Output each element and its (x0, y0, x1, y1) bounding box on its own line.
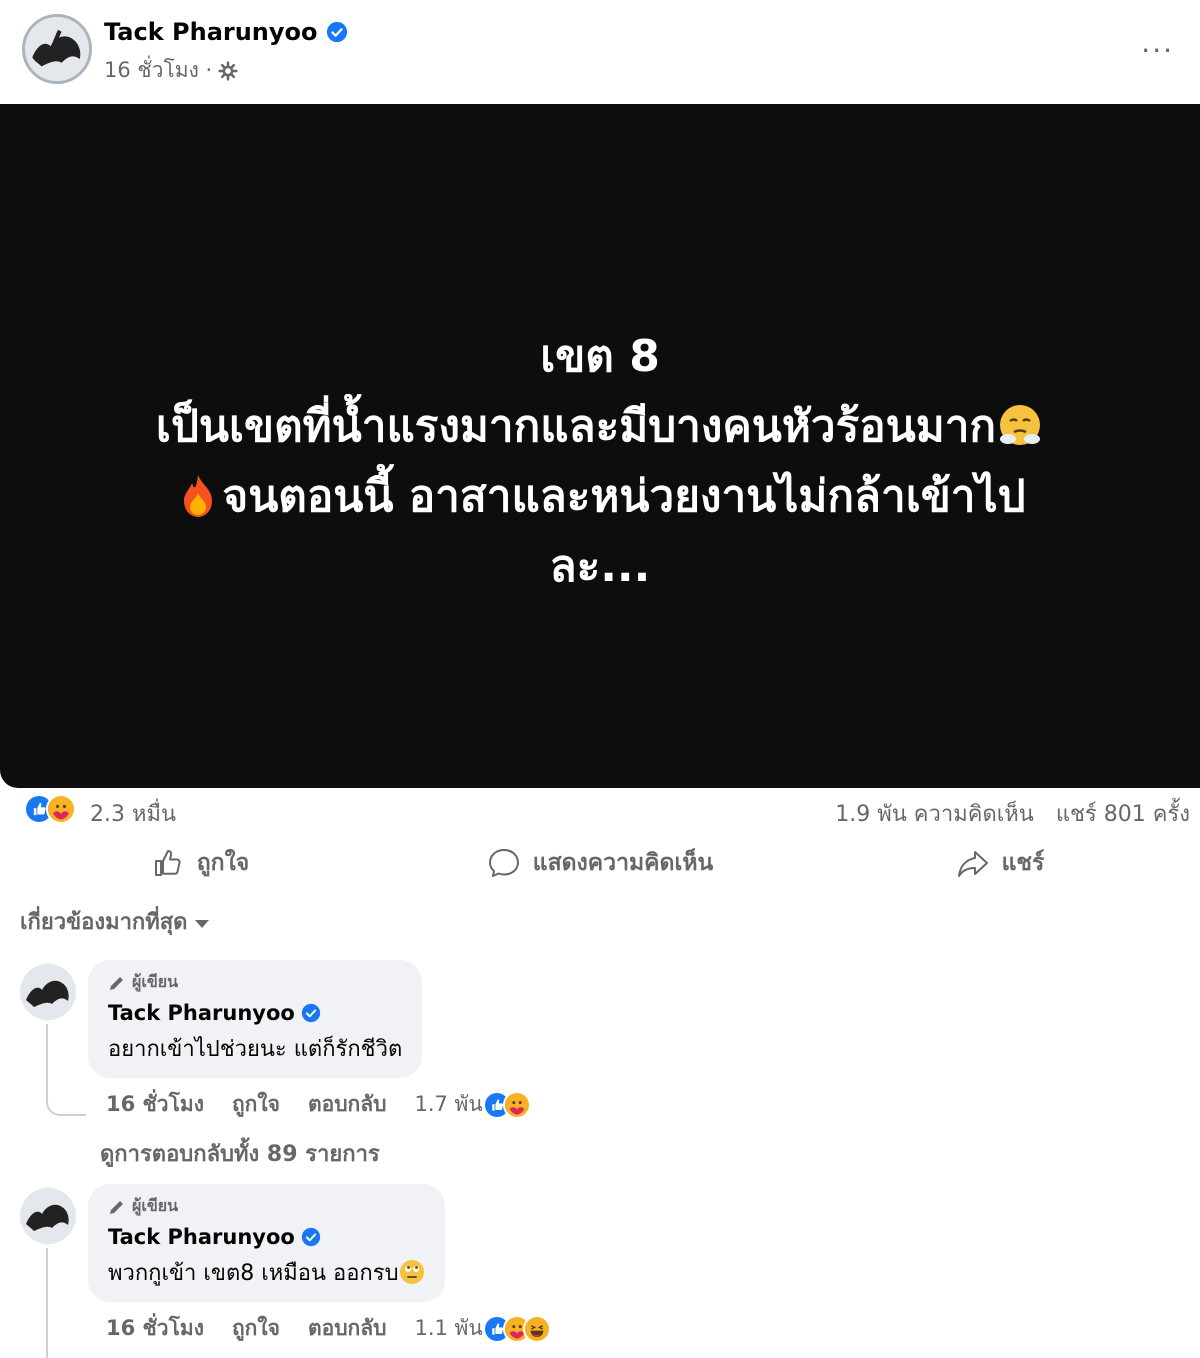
verified-badge-icon (326, 21, 347, 43)
comment-time[interactable]: 16 ชั่วโมง (106, 1088, 204, 1121)
more-options-button[interactable]: ··· (1141, 34, 1174, 67)
caret-down-icon (195, 919, 210, 928)
fire-emoji-icon (184, 475, 213, 517)
thread-connector (46, 1094, 86, 1116)
comment-author-name[interactable]: Tack Pharunyoo (108, 1225, 295, 1249)
author-tag-label: ผู้เขียน (132, 1196, 179, 1215)
privacy-gear-icon[interactable] (218, 60, 238, 81)
comment-text-body: พวกกูเข้า เขต8 เหมือน ออกรบ (108, 1261, 399, 1286)
comment-like-button[interactable]: ถูกใจ (232, 1088, 280, 1121)
thread-line (46, 1248, 48, 1358)
post-engagement: 1.9 พัน ความคิดเห็น แชร์ 801 ครั้ง (835, 796, 1190, 831)
post-line-3: จนตอนนี้ อาสาและหน่วยงานไม่กล้าเข้าไป (40, 462, 1160, 532)
steam-face-emoji-icon (1000, 405, 1041, 445)
thumbs-up-icon (154, 850, 181, 876)
pencil-icon (110, 1200, 123, 1214)
comment-meta: 16 ชั่วโมง ถูกใจ ตอบกลับ 1.1 พัน (106, 1312, 551, 1345)
comment-author[interactable]: Tack Pharunyoo (108, 1225, 425, 1249)
comment-reply-button[interactable]: ตอบกลับ (308, 1312, 387, 1345)
post-stats: 2.3 หมื่น 1.9 พัน ความคิดเห็น แชร์ 801 ค… (0, 790, 1200, 832)
reaction-count[interactable]: 2.3 หมื่น (90, 796, 176, 831)
post-text-card[interactable]: เขต 8 เป็นเขตที่น้ำแรงมากและมีบางคนหัวร้… (0, 104, 1200, 788)
reaction-icons[interactable] (24, 794, 76, 824)
comment-button[interactable]: แสดงความคิดเห็น (400, 838, 800, 888)
author-tag: ผู้เขียน (108, 1194, 425, 1219)
comment-bubble: ผู้เขียน Tack Pharunyoo พวกกูเข้า เขต8 เ… (88, 1184, 445, 1302)
action-bar: ถูกใจ แสดงความคิดเห็น แชร์ (0, 838, 1200, 888)
comment-meta: 16 ชั่วโมง ถูกใจ ตอบกลับ 1.7 พัน (106, 1088, 531, 1121)
pencil-icon (110, 976, 123, 990)
post-time[interactable]: 16 ชั่วโมง · (104, 54, 212, 87)
comment-reactions[interactable]: 1.1 พัน (414, 1312, 551, 1345)
author-name[interactable]: Tack Pharunyoo (104, 18, 348, 46)
author-tag: ผู้เขียน (108, 970, 402, 995)
sort-label: เกี่ยวข้องมากที่สุด (20, 910, 188, 935)
care-reaction-icon (502, 1090, 531, 1119)
comment-label: แสดงความคิดเห็น (532, 850, 714, 876)
comment-author-name[interactable]: Tack Pharunyoo (108, 1001, 295, 1025)
comment-avatar[interactable] (20, 1188, 76, 1244)
comment-sort-dropdown[interactable]: เกี่ยวข้องมากที่สุด (20, 904, 210, 939)
post-line-1: เขต 8 (540, 331, 660, 382)
post-text: เขต 8 เป็นเขตที่น้ำแรงมากและมีบางคนหัวร้… (40, 322, 1160, 602)
comment-text: พวกกูเข้า เขต8 เหมือน ออกรบ (108, 1255, 425, 1290)
author-avatar[interactable] (22, 14, 92, 84)
care-reaction-icon (46, 794, 76, 824)
post-header: Tack Pharunyoo 16 ชั่วโมง · ··· (0, 0, 1200, 104)
like-button[interactable]: ถูกใจ (0, 838, 400, 888)
post-meta: 16 ชั่วโมง · (104, 54, 238, 87)
share-count[interactable]: แชร์ 801 ครั้ง (1056, 796, 1190, 831)
comment-count[interactable]: 1.9 พัน ความคิดเห็น (835, 796, 1034, 831)
comment-bubble: ผู้เขียน Tack Pharunyoo อยากเข้าไปช่วยนะ… (88, 960, 423, 1078)
thread-line (46, 1024, 48, 1094)
rolling-eyes-emoji-icon (399, 1260, 424, 1284)
share-button[interactable]: แชร์ (800, 838, 1200, 888)
haha-reaction-icon (522, 1314, 551, 1343)
comment-avatar[interactable] (20, 964, 76, 1020)
share-label: แชร์ (1001, 850, 1045, 876)
verified-badge-icon (301, 1003, 320, 1023)
post-line-2-text: เป็นเขตที่น้ำแรงมากและมีบางคนหัวร้อนมาก (155, 401, 997, 452)
like-label: ถูกใจ (196, 850, 250, 876)
comment-reactions[interactable]: 1.7 พัน (414, 1088, 531, 1121)
verified-badge-icon (301, 1227, 320, 1247)
comment-like-button[interactable]: ถูกใจ (232, 1312, 280, 1345)
share-arrow-icon (957, 851, 988, 877)
comment-author[interactable]: Tack Pharunyoo (108, 1001, 402, 1025)
author-name-text[interactable]: Tack Pharunyoo (104, 18, 318, 46)
comment-text: อยากเข้าไปช่วยนะ แต่ก็รักชีวิต (108, 1037, 403, 1062)
comment-reply-button[interactable]: ตอบกลับ (308, 1088, 387, 1121)
comment-reaction-count: 1.7 พัน (414, 1092, 483, 1116)
author-tag-label: ผู้เขียน (132, 972, 179, 991)
post-line-2: เป็นเขตที่น้ำแรงมากและมีบางคนหัวร้อนมาก (40, 392, 1160, 462)
comment-bubble-icon (488, 849, 519, 877)
post-line-3-text: จนตอนนี้ อาสาและหน่วยงานไม่กล้าเข้าไป (222, 471, 1026, 522)
post-line-4: ละ... (549, 541, 651, 592)
comment-reaction-count: 1.1 พัน (414, 1316, 483, 1340)
comment-time[interactable]: 16 ชั่วโมง (106, 1312, 204, 1345)
view-replies-link[interactable]: ดูการตอบกลับทั้ง 89 รายการ (100, 1136, 380, 1171)
